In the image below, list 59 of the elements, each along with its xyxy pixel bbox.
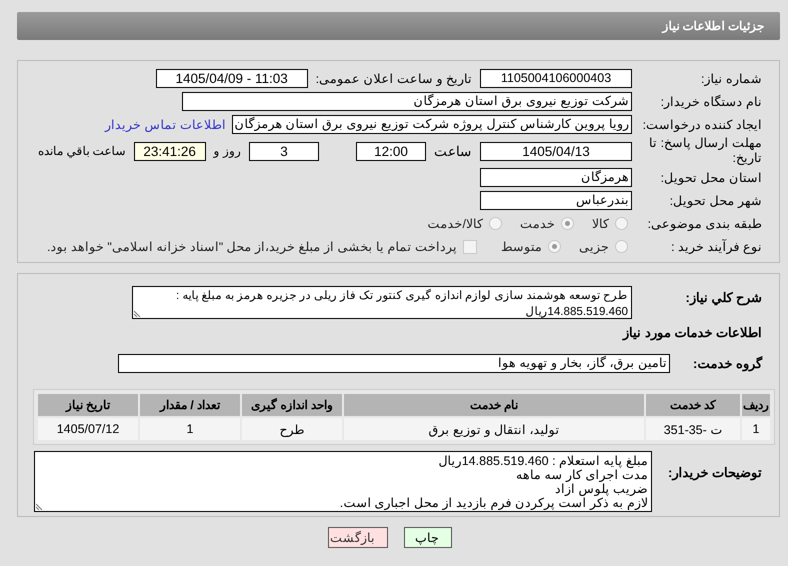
option-label: خدمت [520,216,555,231]
radio-button[interactable] [548,240,561,253]
city-field: بندرعباس [480,191,632,210]
field-label: نوع فرآیند خرید : [670,239,763,254]
days-field: 3 [249,142,319,160]
summary-text: طرح توسعه هوشمند سازی لوازم اندازه گیری کنتور تک فاز ریلی در جزیره هرمز به مبلغ پایه : 14.885.519.460ریال [176,289,628,318]
days-label: روز و [214,144,241,158]
remaining-time-field: 23:41:26 [134,142,206,160]
field-label: تاریخ و ساعت اعلان عمومی: [316,71,472,86]
option-label: جزیی [579,239,609,254]
radio-button[interactable] [615,217,628,230]
need-number-field: 1105004106000403 [480,69,632,88]
option-label: کالا/خدمت [428,216,483,231]
table-cell: طرح [242,418,342,440]
column-header: کد خدمت [646,394,740,416]
checkbox[interactable] [463,240,477,254]
table-cell: ت -35-351 [646,418,740,440]
field-label: استان محل تحویل: [660,170,763,185]
field-label: شماره نیاز: [700,71,763,86]
contact-link[interactable]: اطلاعات تماس خریدار [105,117,226,132]
column-header: تعداد / مقدار [140,394,240,416]
field-label: گروه خدمت: [692,356,764,371]
table-cell: تولید، انتقال و توزیع برق [344,418,644,440]
field-label: شهر محل تحویل: [668,193,763,208]
column-header: نام خدمت [344,394,644,416]
field-label: ایجاد کننده درخواست: [642,117,763,132]
deadline-date-field: 1405/04/13 [480,142,632,160]
field-label: شرح کلي نیاز: [684,289,763,305]
section-heading: اطلاعات خدمات مورد نیاز [623,325,763,340]
deadline-time-field: 12:00 [356,142,426,160]
page-title: جزئیات اطلاعات نیاز [662,19,764,33]
back-button[interactable]: بازگشت [328,527,388,548]
column-header: ردیف [742,394,770,416]
print-button[interactable]: چاپ [404,527,452,548]
column-header: تاریخ نیاز [38,394,138,416]
buyer-notes-text: مبلغ پایه استعلام : 14.885.519.460ریال مدت اجرای کار سه ماهه ضریب پلوس ازاد لازم به ذکر است پرکردن فرم بازدید از محل اجباری است. [340,454,648,510]
table-cell: 1 [742,418,770,440]
radio-button[interactable] [561,217,574,230]
field-label: مهلت ارسال پاسخ: تا تاریخ: [648,136,763,166]
field-label: توضیحات خریدار: [667,464,763,480]
province-field: هرمزگان [480,168,632,187]
option-label: متوسط [501,239,542,254]
checkbox-label: پرداخت تمام یا بخشی از مبلغ خرید،از محل "اسناد خزانه اسلامی" خواهد بود. [46,239,457,254]
service-group-field: تامین برق، گاز، بخار و تهویه هوا [118,354,670,373]
table-cell: 1405/07/12 [38,418,138,440]
buyer-org-field: شرکت توزیع نیروی برق استان هرمزگان [182,92,632,111]
announce-date-field: 1405/04/09 - 11:03 [156,69,308,88]
resize-grip-icon [134,309,142,317]
field-label: طبقه بندی موضوعی: [646,216,763,231]
time-label: ساعت [434,143,472,159]
creator-field: رویا پروین کارشناس کنترل پروژه شرکت توزیع نیروی برق استان هرمزگان [232,115,632,134]
column-header: واحد اندازه گیری [242,394,342,416]
table-cell: 1 [140,418,240,440]
radio-button[interactable] [489,217,502,230]
radio-button[interactable] [615,240,628,253]
field-label: نام دستگاه خریدار: [660,94,763,109]
resize-grip-icon [36,502,44,510]
option-label: کالا [592,216,609,231]
remaining-label: ساعت باقي مانده [38,144,126,158]
